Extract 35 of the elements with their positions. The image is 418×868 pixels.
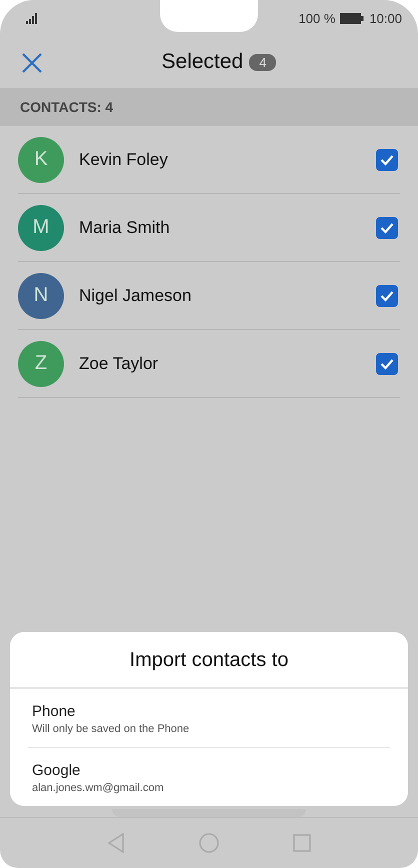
option-label: Google	[32, 762, 82, 779]
contact-row[interactable]: N Nigel Jameson	[18, 262, 400, 330]
checkbox[interactable]	[376, 216, 398, 238]
contact-avatar: Z	[18, 340, 64, 386]
checkmark-icon	[380, 290, 394, 302]
checkmark-icon	[380, 222, 394, 234]
contact-avatar: M	[18, 204, 64, 250]
checkbox[interactable]	[376, 352, 398, 374]
clock: 10:00	[369, 10, 402, 26]
contact-name: Maria Smith	[79, 218, 171, 238]
contact-avatar: N	[18, 272, 64, 318]
section-label: CONTACTS: 4	[20, 99, 114, 115]
contact-name: Nigel Jameson	[79, 286, 192, 306]
contact-row[interactable]: M Maria Smith	[18, 194, 400, 262]
count-badge: 4	[249, 54, 276, 70]
battery-icon	[340, 12, 364, 24]
option-detail: alan.jones.wm@gmail.com	[32, 782, 165, 794]
screen-title: Selected	[162, 50, 244, 74]
battery-level: 100 %	[298, 10, 336, 26]
checkbox[interactable]	[376, 148, 398, 170]
option-detail: Will only be saved on the Phone	[32, 723, 190, 735]
contact-row[interactable]: K Kevin Foley	[18, 126, 400, 194]
checkmark-icon	[380, 358, 394, 370]
dialog-title: Import contacts to	[128, 648, 290, 673]
contact-name: Zoe Taylor	[79, 354, 160, 374]
checkmark-icon	[380, 154, 394, 166]
dialog-option[interactable]: Phone Will only be saved on the Phone	[28, 689, 390, 747]
option-label: Phone	[32, 703, 76, 720]
contact-name: Kevin Foley	[79, 150, 169, 170]
checkbox[interactable]	[376, 284, 398, 306]
dialog-option[interactable]: Google alan.jones.wm@gmail.com	[28, 747, 390, 806]
close-button[interactable]	[20, 51, 44, 75]
contact-avatar: K	[18, 136, 64, 182]
signal-icon	[26, 12, 40, 24]
contact-row[interactable]: Z Zoe Taylor	[18, 330, 400, 398]
